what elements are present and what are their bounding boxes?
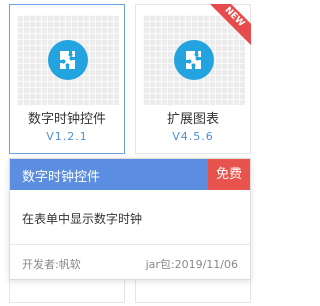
new-ribbon: NEW: [209, 4, 251, 46]
card-title: 数字时钟控件: [27, 112, 106, 127]
price-badge: 免费: [208, 159, 250, 190]
plugin-card-digital-clock[interactable]: 数字时钟控件 V1.2.1: [9, 4, 125, 154]
card-version: V4.5.6: [172, 130, 214, 143]
plugin-detail-popup[interactable]: 数字时钟控件 免费 在表单中显示数字时钟 开发者:帆软 jar包:2019/11…: [9, 158, 251, 280]
card-version: V1.2.1: [46, 130, 88, 143]
jar-date-label: jar包:2019/11/06: [145, 258, 238, 271]
popup-title: 数字时钟控件: [22, 170, 101, 185]
puzzle-icon: [48, 40, 88, 80]
new-ribbon-label: NEW: [209, 4, 251, 46]
puzzle-icon: [174, 40, 214, 80]
popup-header: 数字时钟控件 免费: [10, 159, 250, 190]
plugin-card-extended-chart[interactable]: NEW 扩展图表 V4.5.6: [135, 4, 251, 154]
plugin-thumbnail: [17, 15, 119, 105]
popup-description: 在表单中显示数字时钟: [22, 212, 143, 226]
card-title: 扩展图表: [166, 112, 219, 127]
developer-label: 开发者:帆软: [22, 258, 81, 271]
popup-divider: [10, 244, 250, 245]
